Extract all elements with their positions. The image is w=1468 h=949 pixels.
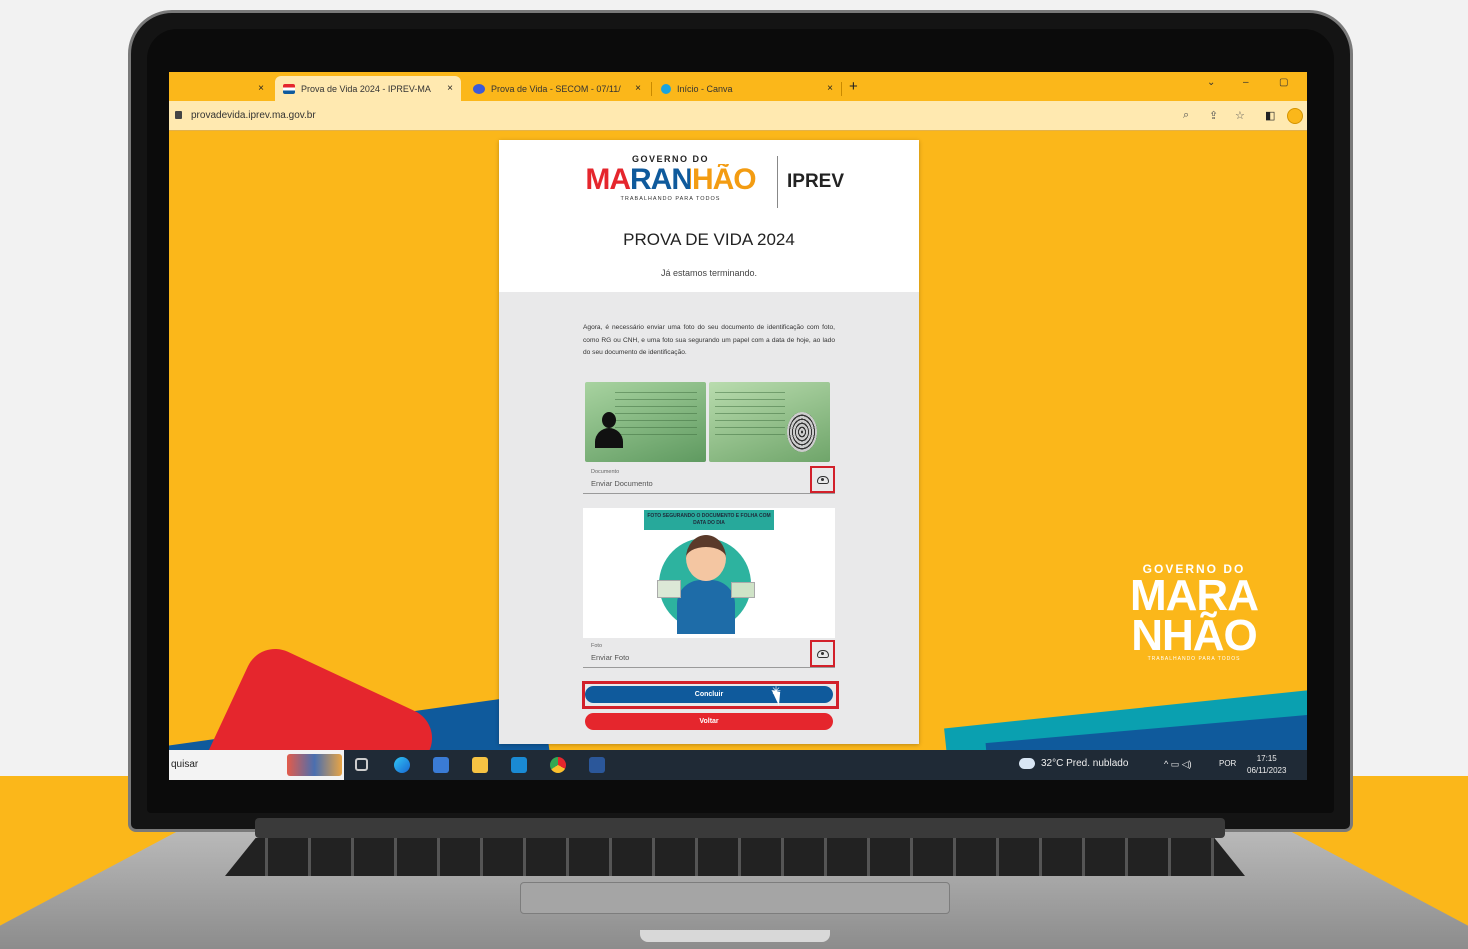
url-text[interactable]: provadevida.iprev.ma.gov.br [191, 110, 316, 121]
person-silhouette-icon [595, 412, 623, 448]
flag-favicon-icon [283, 83, 295, 94]
maximize-button[interactable]: ▢ [1279, 77, 1288, 88]
laptop-notch [640, 930, 830, 942]
weather-widget[interactable]: 32°C Pred. nublado [1019, 758, 1128, 769]
canva-favicon-icon [661, 83, 671, 94]
lock-icon [175, 111, 182, 119]
tab-close-icon[interactable]: × [447, 83, 453, 94]
tab-previous[interactable]: × [169, 76, 272, 101]
card-header: GOVERNO DO MARANHÃO TRABALHANDO PARA TOD… [499, 140, 919, 292]
tab-separator [841, 82, 842, 96]
page-title: PROVA DE VIDA 2024 [623, 230, 795, 249]
profile-avatar-icon[interactable] [1287, 108, 1303, 124]
clock[interactable]: 17:15 06/11/2023 [1247, 753, 1286, 777]
logo-divider [777, 156, 778, 208]
document-upload-field[interactable]: Documento Enviar Documento [583, 464, 835, 494]
cloud-upload-icon [816, 475, 829, 484]
mail-icon[interactable] [511, 757, 527, 773]
browser-tab-bar: × Prova de Vida 2024 - IPREV-MA × Prova … [169, 72, 1307, 101]
minimize-button[interactable]: – [1243, 77, 1249, 88]
id-card-front-image [585, 382, 706, 462]
photo-instruction-banner: FOTO SEGURANDO O DOCUMENTO E FOLHA COM D… [644, 510, 774, 530]
language-indicator[interactable]: POR [1219, 759, 1236, 768]
woman-illustration [686, 535, 726, 581]
share-icon[interactable]: ⇪ [1209, 109, 1218, 122]
file-explorer-icon[interactable] [472, 757, 488, 773]
concluir-button[interactable]: Concluir [585, 686, 833, 703]
prova-de-vida-card: GOVERNO DO MARANHÃO TRABALHANDO PARA TOD… [499, 140, 919, 744]
task-view-icon[interactable] [355, 758, 368, 771]
instructions-text: Agora, é necessário enviar uma foto do s… [583, 324, 835, 357]
photo-upload-field[interactable]: Foto Enviar Foto [583, 638, 835, 668]
page-subtitle: Já estamos terminando. [660, 268, 758, 278]
address-bar[interactable]: provadevida.iprev.ma.gov.br ⌕ ⇪ ☆ ◧ [169, 101, 1307, 131]
tab-prova-de-vida-iprev[interactable]: Prova de Vida 2024 - IPREV-MA × [275, 76, 461, 101]
search-highlight-image [287, 754, 342, 776]
side-panel-icon[interactable]: ◧ [1265, 109, 1275, 122]
upload-document-button[interactable] [810, 466, 835, 493]
zoom-icon[interactable]: ⌕ [1183, 109, 1189, 122]
cloud-weather-icon [1019, 758, 1035, 769]
voltar-button[interactable]: Voltar [585, 713, 833, 730]
word-icon[interactable] [589, 757, 605, 773]
laptop-trackpad [520, 882, 950, 914]
photo-example-image: FOTO SEGURANDO O DOCUMENTO E FOLHA COM D… [583, 508, 835, 638]
tab-close-icon[interactable]: × [258, 83, 264, 94]
chrome-icon[interactable] [550, 757, 566, 773]
tab-separator [651, 82, 652, 96]
form-favicon-icon [473, 83, 485, 94]
windows-taskbar: quisar 32°C Pred. nublado ^ ▭ ◁) POR 17:… [169, 750, 1307, 780]
tab-search-dropdown-icon[interactable]: ⌄ [1207, 77, 1215, 88]
taskbar-search-input[interactable]: quisar [169, 750, 344, 780]
iprev-logo: IPREV [787, 171, 845, 192]
screen: GOVERNO DO MARA NHÃO TRABALHANDO PARA TO… [169, 72, 1307, 780]
upload-photo-button[interactable] [810, 640, 835, 667]
tab-canva[interactable]: Início - Canva × [653, 76, 841, 101]
edge-icon[interactable] [394, 757, 410, 773]
maranhao-watermark-logo: GOVERNO DO MARA NHÃO TRABALHANDO PARA TO… [1130, 562, 1259, 662]
system-tray-icons[interactable]: ^ ▭ ◁) [1164, 759, 1192, 770]
governo-maranhao-logo: GOVERNO DO MARANHÃO TRABALHANDO PARA TOD… [573, 154, 768, 212]
new-tab-button[interactable]: + [849, 78, 858, 95]
id-card-back-image [709, 382, 830, 462]
tab-close-icon[interactable]: × [827, 83, 833, 94]
cloud-upload-icon [816, 649, 829, 658]
laptop-hinge [255, 818, 1225, 838]
fingerprint-icon [787, 412, 817, 452]
tab-close-icon[interactable]: × [635, 83, 641, 94]
store-icon[interactable] [433, 757, 449, 773]
laptop-keyboard [225, 838, 1245, 876]
bookmark-star-icon[interactable]: ☆ [1235, 109, 1245, 122]
tab-prova-de-vida-secom[interactable]: Prova de Vida - SECOM - 07/11/ × [465, 76, 649, 101]
